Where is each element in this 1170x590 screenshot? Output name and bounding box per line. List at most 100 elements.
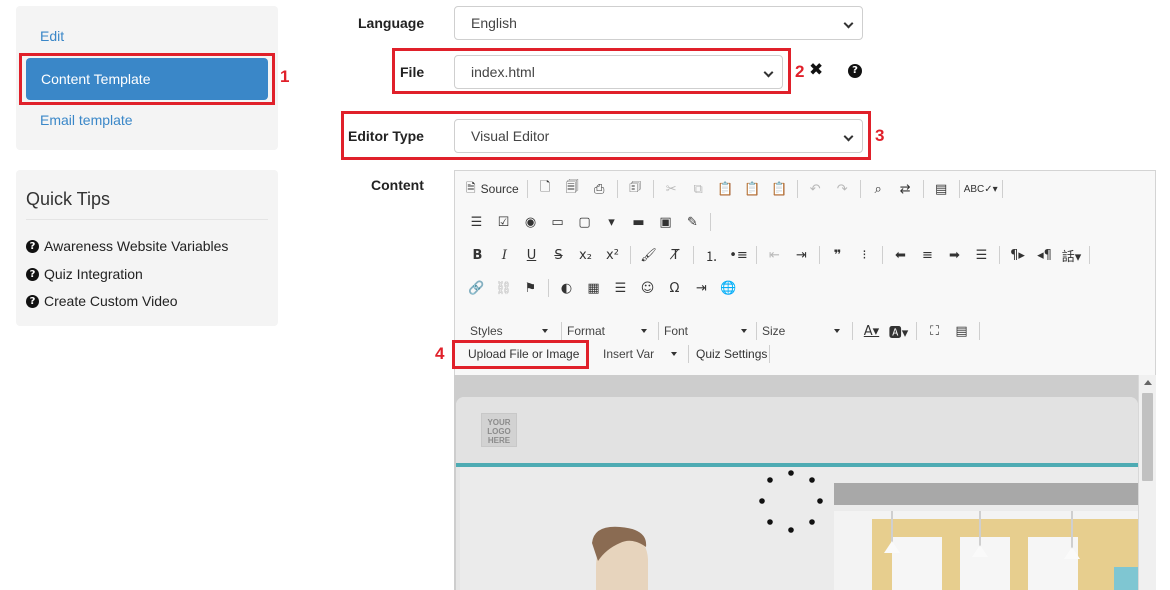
window-pane [892,537,942,590]
nav-email-template-link[interactable]: Email template [40,112,133,128]
print-icon[interactable]: ⎙ [586,179,613,199]
select-all-icon[interactable]: ▤ [928,179,955,199]
insert-var-dropdown[interactable]: Insert Var [603,343,681,365]
text-color-icon[interactable]: A▾ [858,321,885,341]
language-value: English [471,15,517,31]
justify-icon[interactable]: ☰ [968,245,995,265]
loading-dot [788,470,794,476]
loading-dot [817,498,823,504]
form-icon[interactable]: ☰ [463,212,490,232]
underline-icon[interactable]: U [518,245,545,265]
paste-icon[interactable]: 📋 [712,179,739,199]
caret-down-icon [542,329,548,333]
hidden-field-icon[interactable]: ✎ [679,212,706,232]
preview-icon[interactable]: 🗐 [559,179,586,199]
button-icon[interactable]: ▬ [625,212,652,232]
scrollbar-thumb[interactable] [1142,393,1153,481]
toolbar-row-4: 🔗 ⛓ ⚑ ◐ ▦ ☰ ☺ Ω ⇥ 🌐 [463,278,742,298]
toolbar-row-1: 🗎 Source 🗋 🗐 ⎙ 🗊 ✂ ⧉ 📋 📋 📋 ↶ ↷ ⌕ ⇄ ▤ ABC ✓… [462,179,1007,199]
text-direction-rtl-icon[interactable]: ◂¶ [1031,245,1058,265]
templates-icon[interactable]: 🗊 [622,179,649,199]
toolbar-separator [1001,180,1003,198]
align-left-icon[interactable]: ⬅ [887,245,914,265]
toolbar-separator [796,180,798,198]
blockquote-icon[interactable]: ❞ [824,245,851,265]
bulleted-list-icon[interactable]: •≡ [725,245,752,265]
language-icon[interactable]: 話▾ [1058,245,1085,265]
checkbox-icon[interactable]: ☑ [490,212,517,232]
source-button[interactable]: 🗎 Source [462,179,523,199]
copy-icon[interactable]: ⧉ [685,179,712,199]
paste-text-icon[interactable]: 📋 [739,179,766,199]
find-icon[interactable]: ⌕ [865,179,892,199]
strikethrough-icon[interactable]: S [545,245,572,265]
size-dropdown[interactable]: Size [762,320,844,342]
copy-format-icon[interactable]: 🖌 [635,245,662,265]
show-blocks-icon[interactable]: ▤ [948,321,975,341]
paste-word-icon[interactable]: 📋 [766,179,793,199]
question-circle-icon: ? [26,239,39,253]
outdent-icon[interactable]: ⇤ [761,245,788,265]
new-page-icon[interactable]: 🗋 [532,179,559,199]
flash-icon[interactable]: ◐ [553,278,580,298]
image-button-icon[interactable]: ▣ [652,212,679,232]
horizontal-line-icon[interactable]: ☰ [607,278,634,298]
superscript-icon[interactable]: x² [599,245,626,265]
tip-awareness-variables[interactable]: ? Awareness Website Variables [26,238,228,254]
font-dropdown[interactable]: Font [664,320,751,342]
redo-icon[interactable]: ↷ [829,179,856,199]
replace-icon[interactable]: ⇄ [892,179,919,199]
nav-edit-link[interactable]: Edit [40,28,64,44]
indent-icon[interactable]: ⇥ [788,245,815,265]
quick-tips-panel: Quick Tips ? Awareness Website Variables… [16,170,278,326]
styles-label: Styles [470,324,503,338]
align-center-icon[interactable]: ≡ [914,245,941,265]
caret-down-icon [741,329,747,333]
maximize-icon[interactable]: ⛶ [921,321,948,341]
chevron-down-icon [843,18,854,29]
italic-icon[interactable]: I [491,245,518,265]
radio-icon[interactable]: ◉ [517,212,544,232]
link-icon[interactable]: 🔗 [463,278,490,298]
subscript-icon[interactable]: x₂ [572,245,599,265]
text-direction-ltr-icon[interactable]: ¶▸ [1004,245,1031,265]
anchor-flag-icon[interactable]: ⚑ [517,278,544,298]
cut-icon[interactable]: ✂ [658,179,685,199]
numbered-list-icon[interactable]: ⒈ [698,245,725,265]
toolbar-separator [979,322,980,340]
page-break-icon[interactable]: ⇥ [688,278,715,298]
styles-dropdown[interactable]: Styles [470,320,552,342]
email-preview-body [460,467,1144,590]
scroll-up-arrow-icon[interactable] [1144,380,1152,385]
text-field-icon[interactable]: ▭ [544,212,571,232]
format-dropdown[interactable]: Format [567,320,651,342]
background-color-icon[interactable]: 🅰▾ [885,321,912,341]
remove-format-icon[interactable]: T̸ [662,245,689,265]
logo-placeholder: YOUR LOGO HERE [481,413,517,447]
textarea-icon[interactable]: ▢ [571,212,598,232]
language-select[interactable]: English [454,6,863,40]
toolbar-separator [616,180,618,198]
special-character-icon[interactable]: Ω [661,278,688,298]
tip-quiz-integration[interactable]: ? Quiz Integration [26,266,143,282]
table-icon[interactable]: ▦ [580,278,607,298]
div-container-icon[interactable]: ⁝ [851,245,878,265]
quiz-settings-button[interactable]: Quiz Settings [696,343,767,365]
unlink-icon[interactable]: ⛓ [490,278,517,298]
undo-icon[interactable]: ↶ [802,179,829,199]
select-field-icon[interactable]: ▾ [598,212,625,232]
email-preview-card: YOUR LOGO HERE [456,397,1144,590]
align-right-icon[interactable]: ➡ [941,245,968,265]
iframe-globe-icon[interactable]: 🌐 [715,278,742,298]
help-icon[interactable]: ? [848,64,862,78]
toolbar-separator [916,322,917,340]
spellcheck-icon[interactable]: ABC ✓▾ [964,179,998,199]
editor-content-area[interactable]: YOUR LOGO HERE [454,375,1156,590]
vertical-scrollbar[interactable] [1138,375,1156,590]
question-circle-icon: ? [26,294,39,308]
tip-label: Awareness Website Variables [44,238,229,254]
close-icon[interactable]: ✖ [809,60,823,80]
tip-create-custom-video[interactable]: ? Create Custom Video [26,293,178,309]
bold-icon[interactable]: B [464,245,491,265]
smiley-icon[interactable]: ☺ [634,278,661,298]
